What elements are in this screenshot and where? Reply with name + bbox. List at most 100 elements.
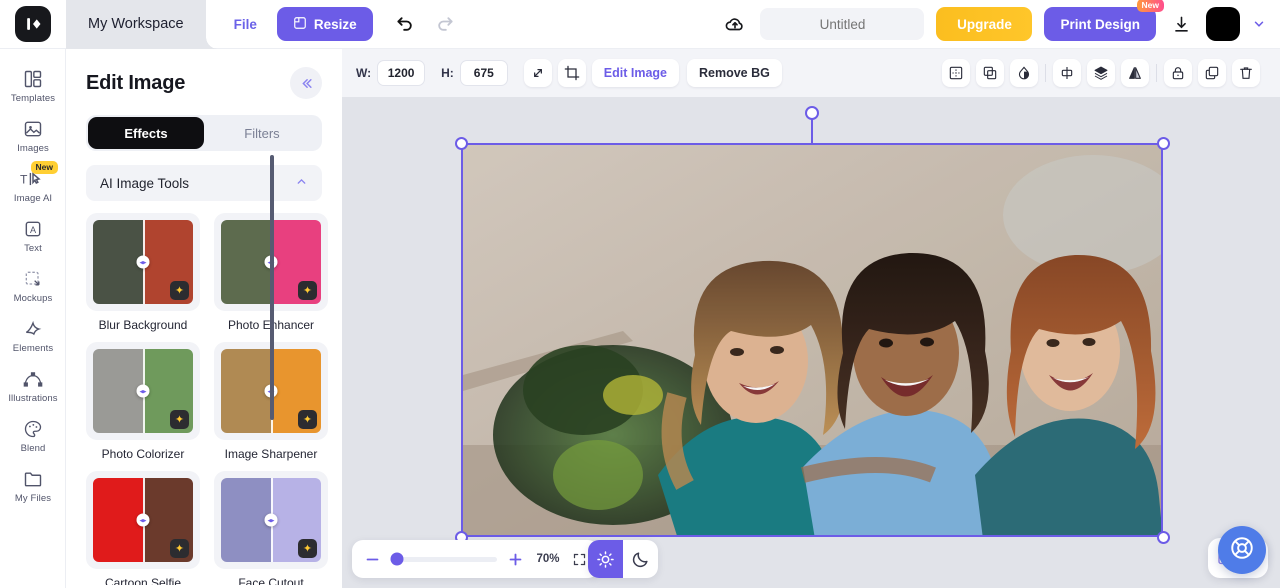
scale-diagonal-icon[interactable]	[524, 59, 552, 87]
resize-handle-br[interactable]	[1157, 531, 1170, 544]
width-label: W:	[356, 66, 371, 80]
download-icon[interactable]	[1168, 11, 1194, 37]
sidebar-item-elements[interactable]: Elements	[0, 311, 66, 360]
compare-slider-knob[interactable]: ◂▸	[265, 514, 278, 527]
before-half	[221, 220, 271, 304]
cloud-upload-icon[interactable]	[722, 11, 748, 37]
canvas-toolbar-right	[942, 59, 1266, 87]
compare-slider-knob[interactable]: ◂▸	[137, 514, 150, 527]
before-half	[93, 349, 143, 433]
section-label: AI Image Tools	[100, 176, 189, 191]
resize-icon	[293, 16, 307, 33]
avatar[interactable]	[1206, 7, 1240, 41]
page-title: Edit Image	[86, 72, 185, 95]
workspace-tab[interactable]: My Workspace	[66, 0, 206, 49]
upgrade-button[interactable]: Upgrade	[936, 7, 1032, 41]
sidebar-item-templates[interactable]: Templates	[0, 61, 66, 110]
sidebar-item-mockups[interactable]: Mockups	[0, 261, 66, 310]
plus-icon[interactable]	[507, 551, 524, 568]
ai-tool-card[interactable]: ◂▸✦ Face Cutout	[214, 471, 328, 585]
tab-effects[interactable]: Effects	[88, 117, 204, 149]
ai-tool-label: Face Cutout	[214, 576, 328, 585]
panel-scrollbar[interactable]	[270, 155, 274, 420]
canvas-toolbar: W: H: Edit Image Remove BG	[342, 49, 1280, 97]
edit-image-panel: Edit Image Effects Filters AI Image Tool…	[66, 49, 342, 588]
rotate-handle[interactable]	[805, 106, 819, 120]
resize-button[interactable]: Resize	[277, 7, 373, 41]
ai-tool-card[interactable]: ◂▸✦Blur Background	[86, 213, 200, 332]
svg-text:A: A	[30, 224, 37, 234]
layers-icon[interactable]	[1087, 59, 1115, 87]
crop-icon[interactable]	[558, 59, 586, 87]
elements-icon	[23, 318, 43, 340]
fit-screen-icon[interactable]	[572, 552, 587, 567]
before-half	[93, 220, 143, 304]
top-bar-right: Upgrade Print Design New	[722, 7, 1280, 41]
ai-tool-card[interactable]: ◂▸ ✦ Cartoon Selfie	[86, 471, 200, 585]
image-ai-new-badge: New	[31, 161, 58, 174]
sidebar-item-images[interactable]: Images	[0, 111, 66, 160]
canvas-stage[interactable]	[342, 97, 1280, 588]
text-icon: A	[23, 218, 43, 240]
compare-slider-knob[interactable]: ◂▸	[137, 385, 150, 398]
sidebar-item-my-files[interactable]: My Files	[0, 461, 66, 510]
sidebar-label: Blend	[21, 443, 46, 454]
opacity-icon[interactable]	[1010, 59, 1038, 87]
app-logo[interactable]	[0, 0, 66, 49]
ai-tool-card[interactable]: ◂▸✦Photo Colorizer	[86, 342, 200, 461]
redo-icon[interactable]	[435, 14, 455, 34]
sidebar-label: Image AI	[14, 193, 52, 204]
height-input[interactable]	[460, 60, 508, 86]
ai-tool-label: Blur Background	[86, 318, 200, 332]
sun-icon[interactable]	[588, 540, 623, 578]
before-half	[93, 478, 143, 562]
ai-tool-thumbnail: ◂▸✦	[93, 349, 193, 433]
mockups-icon	[23, 268, 43, 290]
ai-tool-label: Cartoon Selfie	[86, 576, 200, 585]
duplicate-layer-icon[interactable]	[976, 59, 1004, 87]
tab-filters[interactable]: Filters	[204, 117, 320, 149]
zoom-slider-knob[interactable]	[391, 553, 404, 566]
sidebar-item-illustrations[interactable]: Illustrations	[0, 361, 66, 410]
remove-bg-button[interactable]: Remove BG	[687, 59, 782, 87]
sidebar-item-blend[interactable]: Blend	[0, 411, 66, 460]
sidebar-label: Elements	[13, 343, 53, 354]
my-files-icon	[23, 468, 43, 490]
selected-image-frame[interactable]	[461, 143, 1163, 537]
position-icon[interactable]	[942, 59, 970, 87]
zoom-toolbar: 70%	[352, 540, 599, 578]
delete-icon[interactable]	[1232, 59, 1260, 87]
lock-icon[interactable]	[1164, 59, 1192, 87]
collapse-panel-button[interactable]	[290, 67, 322, 99]
ai-tool-thumb-wrap: ◂▸✦	[214, 471, 328, 569]
sidebar-item-image-ai[interactable]: New T Image AI	[0, 161, 66, 210]
resize-handle-tl[interactable]	[455, 137, 468, 150]
help-button[interactable]	[1218, 526, 1266, 574]
design-title-input[interactable]	[760, 8, 924, 40]
minus-icon[interactable]	[364, 551, 381, 568]
zoom-slider[interactable]	[391, 557, 497, 562]
copy-icon[interactable]	[1198, 59, 1226, 87]
align-center-icon[interactable]	[1053, 59, 1081, 87]
moon-icon[interactable]	[623, 540, 658, 578]
ai-tool-thumb-wrap: ◂▸ ✦	[86, 471, 200, 569]
sparkle-icon: ✦	[298, 281, 317, 300]
sparkle-icon: ✦	[170, 539, 189, 558]
flip-icon[interactable]	[1121, 59, 1149, 87]
chevron-down-icon[interactable]	[1252, 17, 1266, 31]
ai-tool-thumb-wrap: ◂▸✦	[86, 342, 200, 440]
resize-handle-tr[interactable]	[1157, 137, 1170, 150]
sidebar-label: Illustrations	[8, 393, 57, 404]
sidebar-label: Mockups	[14, 293, 53, 304]
image-editor-app: My Workspace File Resize	[0, 0, 1280, 588]
file-menu-button[interactable]: File	[224, 11, 267, 38]
ai-image-tools-section-header[interactable]: AI Image Tools	[86, 165, 322, 201]
sidebar-label: Text	[24, 243, 42, 254]
sidebar-item-text[interactable]: A Text	[0, 211, 66, 260]
print-design-button[interactable]: Print Design	[1044, 7, 1156, 41]
edit-image-button[interactable]: Edit Image	[592, 59, 679, 87]
undo-icon[interactable]	[395, 14, 415, 34]
compare-slider-knob[interactable]: ◂▸	[137, 256, 150, 269]
width-input[interactable]	[377, 60, 425, 86]
ai-tools-grid: ◂▸✦Blur Background◂▸✦Photo Enhancer◂▸✦Ph…	[86, 213, 328, 585]
